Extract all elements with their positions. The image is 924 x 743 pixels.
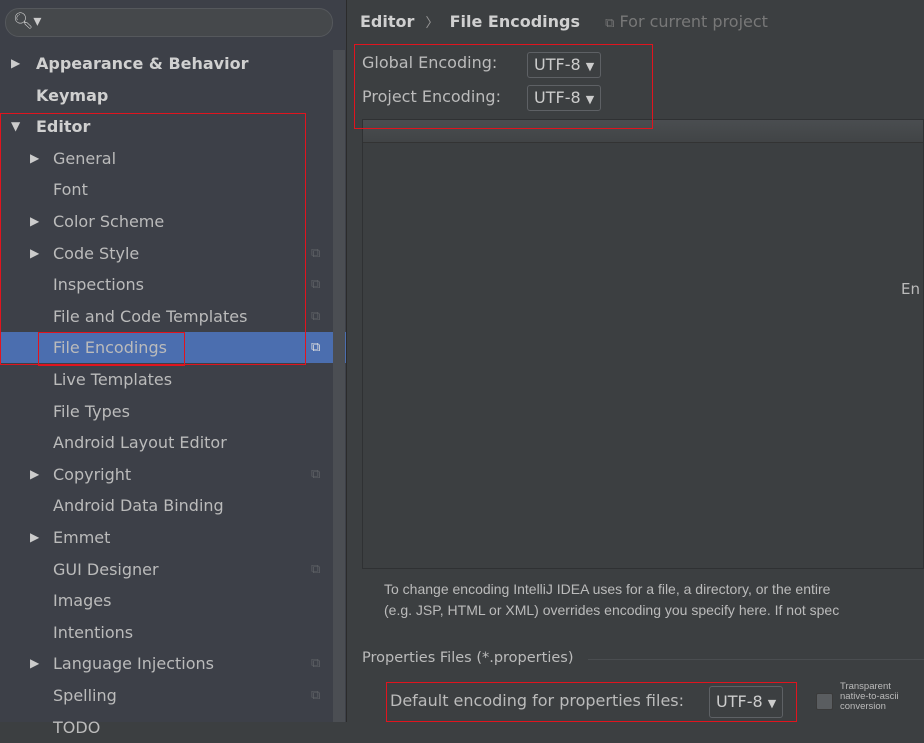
sidebar-item-label: TODO xyxy=(53,717,101,737)
collapsed-arrow-icon[interactable]: ▶ xyxy=(30,143,39,174)
project-encoding-select[interactable]: UTF-8 ▼ xyxy=(527,85,602,111)
project-scope: ⧉ For current project xyxy=(605,12,768,31)
breadcrumb: Editor 〉 File Encodings ⧉ For current pr… xyxy=(360,12,768,31)
project-copy-icon: ⧉ xyxy=(311,656,321,672)
collapsed-arrow-icon[interactable]: ▶ xyxy=(30,238,39,269)
sidebar-item-gui-designer[interactable]: GUI Designer ⧉ xyxy=(0,554,333,585)
properties-encoding-label: Default encoding for properties files: xyxy=(390,691,685,710)
sidebar-item-label: Images xyxy=(53,591,112,611)
sidebar-item-file-encodings[interactable]: File Encodings ⧉ xyxy=(0,332,346,364)
global-encoding-select[interactable]: UTF-8 ▼ xyxy=(527,52,602,78)
collapsed-arrow-icon[interactable]: ▶ xyxy=(30,522,39,553)
breadcrumb-current: File Encodings xyxy=(449,12,581,31)
breadcrumb-parent: Editor xyxy=(360,12,415,31)
pane-divider[interactable] xyxy=(346,0,347,722)
project-copy-icon: ⧉ xyxy=(311,277,321,293)
global-encoding-value: UTF-8 xyxy=(534,55,581,74)
sidebar-item-android-layout-editor[interactable]: Android Layout Editor xyxy=(0,427,333,458)
global-encoding-label: Global Encoding: xyxy=(362,53,498,72)
project-copy-icon: ⧉ xyxy=(311,308,321,324)
sidebar-item-color-scheme[interactable]: ▶ Color Scheme xyxy=(0,206,333,237)
properties-encoding-select[interactable]: UTF-8 ▼ xyxy=(709,686,784,718)
sidebar-item-label: Appearance & Behavior xyxy=(36,54,249,73)
encoding-note-line1: To change encoding IntelliJ IDEA uses fo… xyxy=(384,581,831,597)
sidebar-item-spelling[interactable]: Spelling ⧉ xyxy=(0,680,333,711)
collapsed-arrow-icon[interactable]: ▶ xyxy=(30,648,39,679)
sidebar-item-label: Color Scheme xyxy=(53,212,165,231)
project-copy-icon: ⧉ xyxy=(311,245,321,261)
sidebar-item-copyright[interactable]: ▶ Copyright ⧉ xyxy=(0,459,333,490)
path-encoding-table[interactable]: En xyxy=(362,119,924,569)
sidebar-item-keymap[interactable]: Keymap xyxy=(0,80,333,111)
sidebar-item-label: Live Templates xyxy=(53,370,173,389)
search-icon: 🔍︎▾ xyxy=(13,11,42,30)
sidebar-item-label: GUI Designer xyxy=(53,559,159,579)
sidebar-item-android-data-binding[interactable]: Android Data Binding xyxy=(0,490,333,521)
settings-sidebar: 🔍︎▾ ▶ Appearance & Behavior Keymap ▼ Editor ▶… xyxy=(0,0,346,737)
project-copy-icon: ⧉ xyxy=(311,340,321,356)
sidebar-item-label: Android Data Binding xyxy=(53,496,224,516)
sidebar-item-label: File Encodings xyxy=(53,338,167,358)
transparent-conversion-label: Transparent native-to-ascii conversion xyxy=(840,681,899,712)
project-encoding-label: Project Encoding: xyxy=(362,87,501,106)
sidebar-item-label: Keymap xyxy=(36,85,109,105)
sidebar-item-label: File Types xyxy=(53,401,130,421)
sidebar-item-label: Copyright xyxy=(53,464,132,484)
sidebar-scrollbar[interactable] xyxy=(333,50,345,722)
sidebar-item-todo[interactable]: TODO xyxy=(0,712,333,743)
sidebar-item-label: File and Code Templates xyxy=(53,306,248,326)
sidebar-item-general[interactable]: ▶ General xyxy=(0,143,333,174)
sidebar-item-label: General xyxy=(53,148,117,168)
sidebar-item-images[interactable]: Images xyxy=(0,585,333,616)
scope-label: For current project xyxy=(619,12,768,31)
encoding-note-line2: (e.g. JSP, HTML or XML) overrides encodi… xyxy=(384,602,840,618)
collapsed-arrow-icon[interactable]: ▶ xyxy=(11,48,20,79)
table-header xyxy=(363,120,923,143)
chevron-down-icon: ▼ xyxy=(585,60,595,73)
project-copy-icon: ⧉ xyxy=(605,16,615,31)
sidebar-item-label: Emmet xyxy=(53,528,111,547)
project-copy-icon: ⧉ xyxy=(311,466,321,482)
sidebar-item-label: Spelling xyxy=(53,686,117,705)
sidebar-item-label: Font xyxy=(53,180,88,200)
sidebar-item-file-types[interactable]: File Types xyxy=(0,396,333,427)
properties-section-title: Properties Files (*.properties) xyxy=(362,650,574,666)
table-empty-text: En xyxy=(901,280,920,298)
sidebar-item-label: Android Layout Editor xyxy=(53,433,227,453)
sidebar-item-live-templates[interactable]: Live Templates xyxy=(0,364,333,395)
section-divider xyxy=(588,659,924,660)
sidebar-item-label: Language Injections xyxy=(53,654,214,674)
properties-encoding-value: UTF-8 xyxy=(716,692,763,711)
sidebar-item-label: Editor xyxy=(36,117,91,137)
sidebar-item-language-injections[interactable]: ▶ Language Injections ⧉ xyxy=(0,648,333,679)
sidebar-item-editor[interactable]: ▼ Editor xyxy=(0,111,333,142)
sidebar-item-label: Code Style xyxy=(53,243,140,263)
project-encoding-value: UTF-8 xyxy=(534,88,581,107)
breadcrumb-separator: 〉 xyxy=(425,16,439,31)
sidebar-item-font[interactable]: Font xyxy=(0,174,333,205)
sidebar-item-emmet[interactable]: ▶ Emmet xyxy=(0,522,333,553)
sidebar-item-inspections[interactable]: Inspections ⧉ xyxy=(0,269,333,300)
project-copy-icon: ⧉ xyxy=(311,561,321,577)
sidebar-item-label: Intentions xyxy=(53,622,134,642)
sidebar-item-label: Inspections xyxy=(53,275,144,295)
transparent-conversion-checkbox[interactable] xyxy=(816,693,833,710)
collapsed-arrow-icon[interactable]: ▶ xyxy=(30,459,39,490)
search-input[interactable]: 🔍︎▾ xyxy=(5,8,333,37)
expanded-arrow-icon[interactable]: ▼ xyxy=(11,111,20,142)
sidebar-item-file-and-code-templates[interactable]: File and Code Templates ⧉ xyxy=(0,301,333,332)
chevron-down-icon: ▼ xyxy=(767,697,777,710)
sidebar-item-appearance-behavior[interactable]: ▶ Appearance & Behavior xyxy=(0,48,333,79)
collapsed-arrow-icon[interactable]: ▶ xyxy=(30,206,39,237)
chevron-down-icon: ▼ xyxy=(585,93,595,106)
sidebar-item-code-style[interactable]: ▶ Code Style ⧉ xyxy=(0,238,333,269)
sidebar-item-intentions[interactable]: Intentions xyxy=(0,617,333,648)
project-copy-icon: ⧉ xyxy=(311,688,321,703)
